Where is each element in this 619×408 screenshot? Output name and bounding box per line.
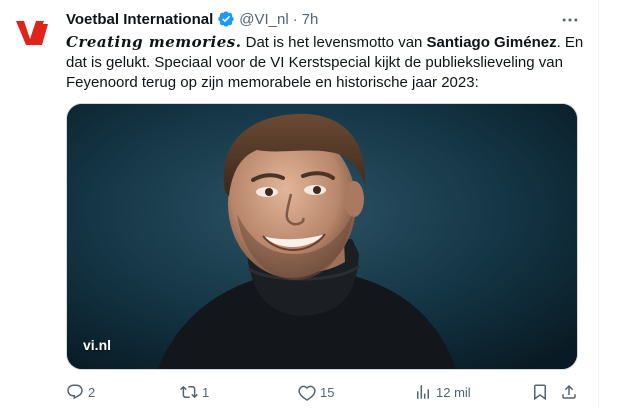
bold-name: Santiago Giménez [426,34,557,51]
tweet-text: Creating memories. Dat is het levensmott… [66,32,586,93]
repost-icon [180,385,198,399]
separator-dot: · [292,10,298,28]
bookmark-button[interactable] [531,382,549,402]
repost-button[interactable]: 1 [180,382,209,402]
timestamp[interactable]: 7h [302,11,319,28]
share-icon [562,384,576,399]
reply-count: 2 [88,384,96,400]
tweet-header: Voetbal International @VI_nl · 7h [66,9,318,29]
portrait-illustration [67,104,577,369]
avatar[interactable] [12,12,52,52]
script-phrase: Creating memories. [66,33,242,51]
verified-badge-icon [218,11,234,27]
author-handle[interactable]: @VI_nl [239,11,288,28]
views-button[interactable]: 12 mil [414,382,471,402]
views-count: 12 mil [436,384,471,400]
tweet-photo[interactable]: vi.nl [66,103,578,370]
more-dots-icon[interactable] [560,10,580,30]
share-button[interactable] [560,382,578,402]
repost-count: 1 [202,384,210,400]
like-count: 15 [320,384,335,400]
like-button[interactable]: 15 [298,382,334,402]
author-name[interactable]: Voetbal International [66,11,213,28]
reply-icon [67,384,83,400]
timeline-border [598,0,599,408]
bookmark-icon [534,384,546,401]
media-watermark: vi.nl [83,337,112,353]
heart-icon [298,385,316,401]
reply-button[interactable]: 2 [66,382,95,402]
text-part-1: Dat is het levensmotto van [241,34,427,51]
tweet-actions: 2 1 15 12 mil [66,382,586,402]
views-chart-icon [417,385,429,399]
